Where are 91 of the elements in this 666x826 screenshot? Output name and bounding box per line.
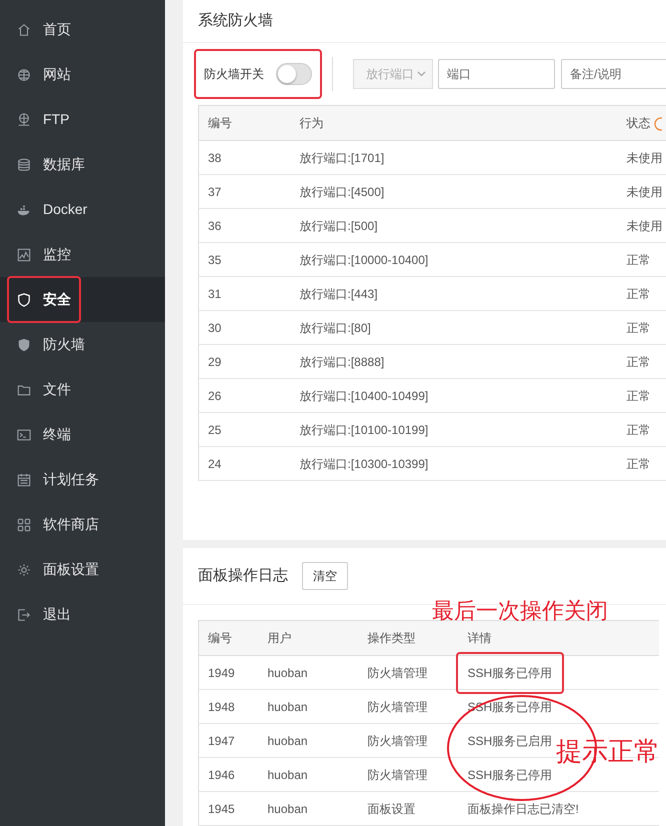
sidebar-item[interactable]: 首页 — [0, 7, 165, 52]
table-cell: 26 — [198, 378, 290, 412]
table-cell: 1948 — [198, 690, 258, 724]
column-header: 编号 — [198, 620, 258, 656]
table-cell: 1947 — [198, 724, 258, 758]
table-cell: 未使用 — [620, 140, 666, 174]
table-cell: huoban — [258, 690, 358, 724]
caret-icon — [417, 71, 426, 77]
toggle-switch[interactable] — [276, 63, 312, 85]
globe-icon — [17, 68, 31, 82]
table-cell: 正常 — [620, 344, 666, 378]
table-cell: 未使用 — [620, 174, 666, 208]
table-cell: SSH服务已停用 — [468, 666, 552, 680]
table-cell: 正常 — [620, 310, 666, 344]
shield-icon — [17, 338, 31, 352]
database-icon — [17, 158, 31, 172]
column-header: 编号 — [198, 106, 290, 140]
table-cell: 1946 — [198, 758, 258, 792]
table-cell: 1945 — [198, 792, 258, 826]
table-cell: 放行端口:[80] — [290, 310, 620, 344]
globe-icon — [17, 112, 31, 126]
port-field[interactable]: 端口 — [438, 59, 555, 89]
monitor-chart-icon — [17, 248, 31, 262]
table-cell: 正常 — [620, 446, 666, 480]
table-cell: 放行端口:[443] — [290, 276, 620, 310]
sidebar-item[interactable]: 软件商店 — [0, 502, 165, 547]
table-cell: 正常 — [620, 412, 666, 446]
table-cell: huoban — [258, 792, 358, 826]
clear-button[interactable]: 清空 — [302, 562, 348, 590]
table-cell: 放行端口:[8888] — [290, 344, 620, 378]
table-cell: 放行端口:[10100-10199] — [290, 412, 620, 446]
table-cell: 正常 — [620, 378, 666, 412]
note-field[interactable]: 备注/说明 — [561, 59, 666, 89]
panel-title: 系统防火墙 — [183, 0, 666, 43]
table-cell: 防火墙管理 — [358, 690, 458, 724]
sidebar-item[interactable]: 退出 — [0, 592, 165, 637]
table-cell: 面板设置 — [358, 792, 458, 826]
sidebar-item[interactable]: 计划任务 — [0, 457, 165, 502]
sidebar-item[interactable]: 面板设置 — [0, 547, 165, 592]
table-cell: 放行端口:[10000-10400] — [290, 242, 620, 276]
table-cell: 36 — [198, 208, 290, 242]
shield-icon — [17, 292, 31, 306]
table-cell: 未使用 — [620, 208, 666, 242]
logout-icon — [17, 608, 31, 622]
sidebar-item[interactable]: Docker — [0, 187, 165, 232]
column-header: 用户 — [258, 620, 358, 656]
terminal-icon — [17, 428, 31, 442]
table-cell: 35 — [198, 242, 290, 276]
sidebar-item[interactable]: 文件 — [0, 367, 165, 412]
sidebar-item[interactable]: 防火墙 — [0, 322, 165, 367]
sidebar-item[interactable]: 监控 — [0, 232, 165, 277]
sidebar-item[interactable]: 安全 — [0, 277, 165, 322]
column-header: 操作类型 — [358, 620, 458, 656]
table-cell: 面板操作日志已清空! — [458, 792, 658, 826]
table-cell: 放行端口:[10300-10399] — [290, 446, 620, 480]
sidebar-item[interactable]: 终端 — [0, 412, 165, 457]
table-cell: 31 — [198, 276, 290, 310]
column-header: 状态 — [626, 116, 650, 130]
settings-icon — [17, 562, 31, 576]
folder-icon — [17, 382, 31, 396]
column-header: 行为 — [290, 106, 620, 140]
table-cell: 38 — [198, 140, 290, 174]
table-cell: 防火墙管理 — [358, 656, 458, 690]
column-header: 详情 — [458, 620, 658, 656]
table-cell: 29 — [198, 344, 290, 378]
table-cell: huoban — [258, 724, 358, 758]
table-cell: 放行端口:[1701] — [290, 140, 620, 174]
table-cell: 37 — [198, 174, 290, 208]
sidebar-item[interactable]: 数据库 — [0, 142, 165, 187]
table-cell: 放行端口:[500] — [290, 208, 620, 242]
grid-icon — [17, 518, 31, 532]
table-cell: 25 — [198, 412, 290, 446]
sidebar-item[interactable]: 网站 — [0, 52, 165, 97]
calendar-icon — [17, 472, 31, 486]
table-cell: 24 — [198, 446, 290, 480]
table-cell: huoban — [258, 656, 358, 690]
home-icon — [17, 22, 31, 36]
table-cell: 1949 — [198, 656, 258, 690]
table-cell: 放行端口:[10400-10499] — [290, 378, 620, 412]
help-icon[interactable] — [654, 116, 662, 131]
table-cell: 防火墙管理 — [358, 724, 458, 758]
panel-title: 面板操作日志 — [198, 566, 288, 586]
sidebar-item[interactable]: FTP — [0, 97, 165, 142]
table-cell: 正常 — [620, 242, 666, 276]
toggle-label: 防火墙开关 — [204, 66, 264, 83]
table-cell: 放行端口:[4500] — [290, 174, 620, 208]
table-cell: 防火墙管理 — [358, 758, 458, 792]
table-cell: huoban — [258, 758, 358, 792]
whale-icon — [17, 202, 31, 216]
table-cell: 正常 — [620, 276, 666, 310]
table-cell: 30 — [198, 310, 290, 344]
